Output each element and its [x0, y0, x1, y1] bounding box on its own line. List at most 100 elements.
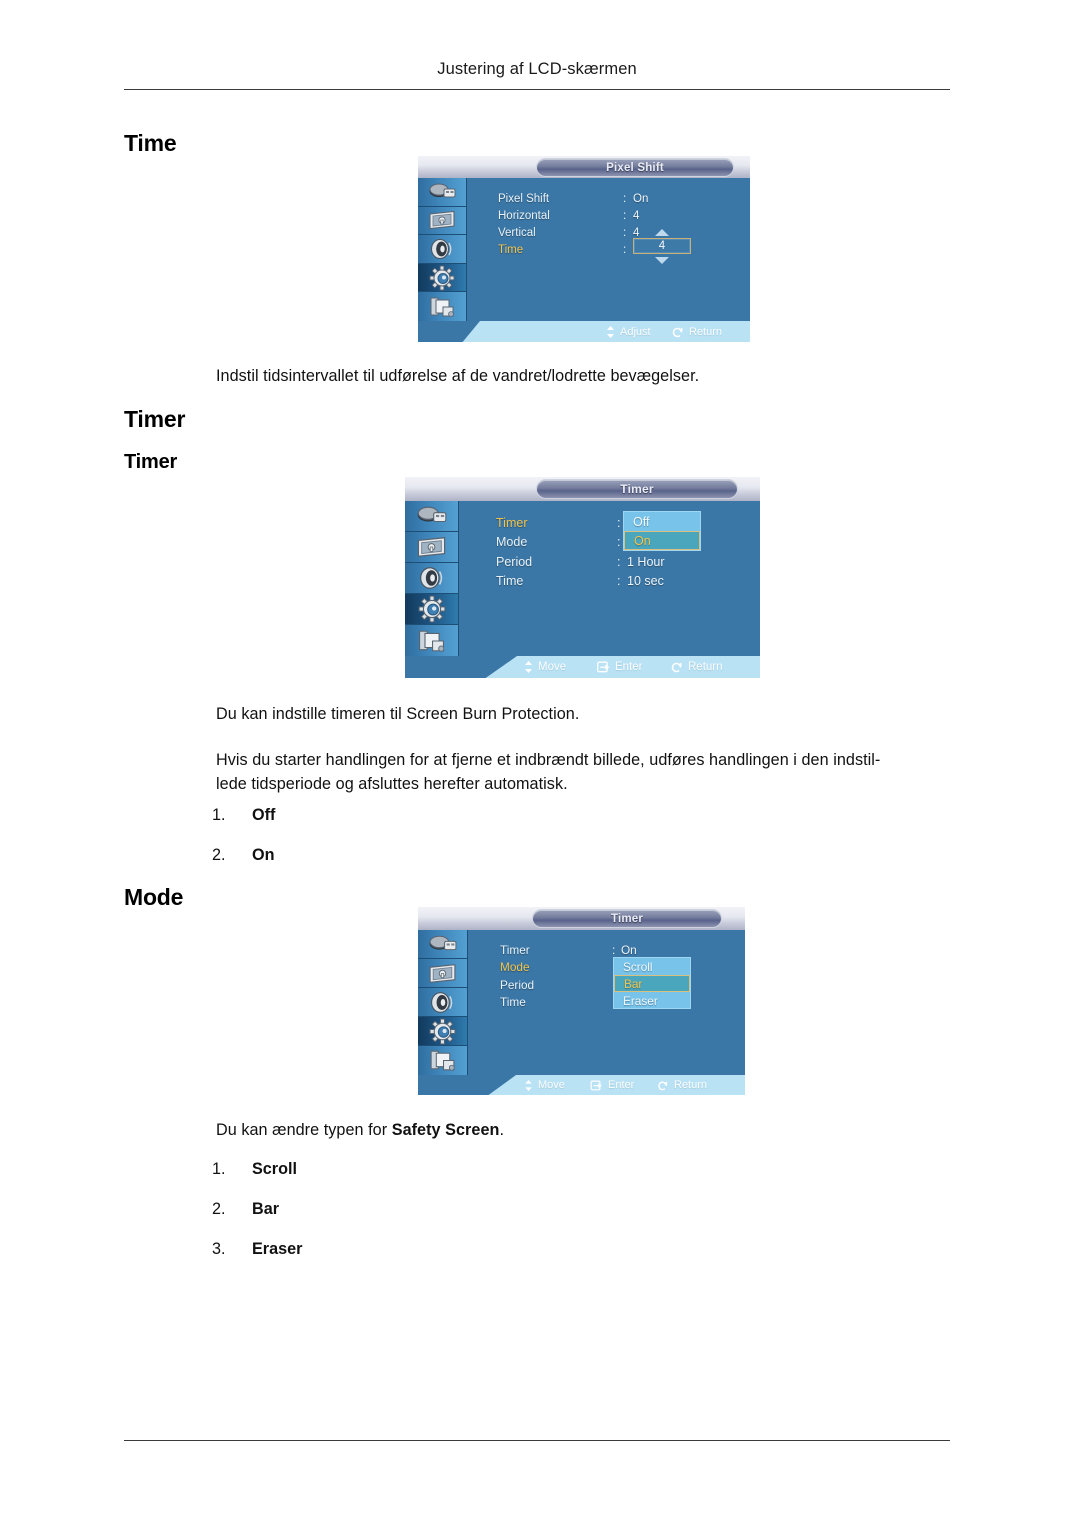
osd2-footer-notch — [405, 656, 517, 678]
osd-screenshot-pixel-shift: Pixel Shift Pixel Shift: On Horizontal … — [418, 156, 750, 342]
osd1-hint-adjust[interactable]: Adjust — [606, 325, 651, 338]
updown-arrow-icon — [524, 1079, 533, 1091]
list-text: Bar — [252, 1200, 279, 1218]
setup-gear-icon[interactable] — [405, 594, 458, 625]
multi-control-icon[interactable] — [405, 625, 458, 656]
enter-key-icon — [590, 1080, 603, 1091]
osd1-hint-return[interactable]: Return — [672, 326, 722, 338]
osd2-colon-1: : — [617, 535, 621, 550]
osd-screenshot-timer: Timer Timer: Mode: Period: 1 Hour Tim… — [405, 477, 760, 678]
updown-arrow-icon — [606, 325, 615, 338]
osd2-row-period[interactable]: Period : 1 Hour — [496, 552, 665, 572]
osd1-colon-2: : — [623, 226, 627, 239]
osd3-footer: Move Enter Return — [418, 1075, 745, 1095]
multi-control-icon[interactable] — [418, 292, 466, 321]
osd1-colon-3: : — [623, 243, 627, 256]
list-number: 1. — [212, 1160, 226, 1178]
osd3-footer-notch — [418, 1075, 516, 1095]
osd3-mode-dropdown[interactable]: Scroll Bar Eraser — [613, 957, 691, 1009]
osd2-row-mode[interactable]: Mode : — [496, 533, 620, 553]
setup-gear-icon[interactable] — [418, 263, 466, 293]
caption-time: Indstil tidsintervallet til udførelse af… — [216, 367, 700, 385]
osd1-row-time[interactable]: Time : — [498, 241, 626, 258]
osd2-hint-enter[interactable]: Enter — [597, 661, 643, 673]
caption-mode-pre: Du kan ændre typen for — [216, 1121, 392, 1139]
osd3-hint-enter[interactable]: Enter — [590, 1079, 634, 1091]
osd2-hint-move[interactable]: Move — [524, 661, 566, 673]
osd1-time-spinner-value: 4 — [658, 240, 666, 252]
osd3-hint-move[interactable]: Move — [524, 1079, 565, 1091]
paragraph-timer-2: Hvis du starter handlingen for at fjerne… — [216, 748, 976, 796]
document-page: Justering af LCD-skærmen Time Pixel Shif… — [0, 0, 1080, 1527]
list-item: 2. On — [212, 846, 274, 865]
osd1-colon-0: : — [623, 192, 627, 205]
osd3-hint-enter-label: Enter — [608, 1079, 635, 1091]
osd2-dropdown-option-off[interactable]: Off — [624, 512, 700, 531]
osd3-dropdown-option-scroll[interactable]: Scroll — [614, 958, 690, 975]
osd2-row-timer[interactable]: Timer : — [496, 513, 620, 533]
osd3-label-timer: Timer — [500, 942, 530, 957]
osd3-row-time[interactable]: Time : — [500, 994, 615, 1012]
osd3-row-mode[interactable]: Mode : — [500, 959, 615, 977]
osd1-value-pixel-shift: On — [633, 192, 649, 205]
caption-mode: Du kan ændre typen for Safety Screen. — [216, 1118, 956, 1142]
osd2-timer-dropdown[interactable]: Off On — [623, 511, 701, 551]
osd1-footer-notch — [418, 321, 480, 342]
osd2-label-time: Time — [496, 574, 524, 589]
osd1-value-vertical: 4 — [633, 226, 640, 239]
list-number: 3. — [212, 1240, 226, 1258]
header-rule — [124, 89, 950, 90]
osd1-body: Pixel Shift : On Horizontal : 4 Vertical… — [418, 178, 750, 321]
osd3-label-period: Period — [500, 977, 535, 992]
osd1-label-horizontal: Horizontal — [498, 209, 550, 222]
input-source-icon[interactable] — [405, 501, 458, 532]
spinner-down-arrow-icon[interactable] — [655, 257, 669, 264]
heading-time: Time — [124, 130, 177, 156]
osd1-row-horizontal[interactable]: Horizontal : 4 — [498, 207, 639, 224]
list-number: 1. — [212, 806, 226, 824]
picture-icon[interactable] — [418, 207, 466, 236]
osd3-dropdown-option-bar[interactable]: Bar — [614, 975, 690, 992]
osd2-dropdown-option-on[interactable]: On — [624, 531, 700, 550]
running-head: Justering af LCD-skærmen — [437, 60, 637, 78]
list-number: 2. — [212, 846, 226, 864]
input-source-icon[interactable] — [418, 930, 467, 959]
footer-rule — [124, 1440, 950, 1441]
osd1-titlebar: Pixel Shift — [418, 156, 750, 178]
list-text: Eraser — [252, 1240, 303, 1258]
osd3-value-timer: On — [621, 942, 637, 957]
osd2-hint-enter-label: Enter — [615, 661, 643, 673]
osd2-rows: Timer : Mode : Period : 1 Hour Time : 10… — [496, 513, 665, 592]
osd1-rows: Pixel Shift : On Horizontal : 4 Vertical… — [498, 190, 648, 258]
sound-speaker-icon[interactable] — [418, 988, 467, 1017]
setup-gear-icon[interactable] — [418, 1017, 467, 1046]
list-item: 1. Scroll — [212, 1160, 297, 1179]
osd2-footer: Move Enter Return — [405, 656, 760, 678]
osd3-rows: Timer : On Mode : Period : Time : — [500, 941, 637, 1012]
osd2-title: Timer — [536, 479, 738, 499]
osd3-row-period[interactable]: Period : — [500, 976, 615, 994]
osd1-row-vertical[interactable]: Vertical : 4 — [498, 224, 639, 241]
sound-speaker-icon[interactable] — [418, 235, 466, 264]
spinner-up-arrow-icon[interactable] — [655, 229, 669, 236]
osd1-time-spinner[interactable]: 4 — [633, 238, 691, 254]
osd1-label-vertical: Vertical — [498, 226, 536, 239]
osd3-hint-return[interactable]: Return — [657, 1079, 707, 1091]
osd3-row-timer[interactable]: Timer : On — [500, 941, 637, 959]
osd2-row-time[interactable]: Time : 10 sec — [496, 572, 664, 592]
picture-icon[interactable] — [418, 959, 467, 988]
multi-control-icon[interactable] — [418, 1046, 467, 1075]
picture-icon[interactable] — [405, 532, 458, 563]
osd2-value-period: 1 Hour — [627, 554, 665, 569]
osd1-sidebar — [418, 178, 467, 321]
input-source-icon[interactable] — [418, 178, 466, 207]
osd2-label-timer: Timer — [496, 515, 528, 530]
list-text: Off — [252, 806, 276, 824]
sound-speaker-icon[interactable] — [405, 563, 458, 594]
osd2-body: Timer : Mode : Period : 1 Hour Time : 10… — [405, 501, 760, 656]
heading-mode: Mode — [124, 884, 184, 910]
return-arrow-icon — [671, 661, 683, 673]
osd1-row-pixel-shift[interactable]: Pixel Shift : On — [498, 190, 648, 207]
osd2-hint-return[interactable]: Return — [671, 661, 723, 673]
osd3-dropdown-option-eraser[interactable]: Eraser — [614, 992, 690, 1009]
